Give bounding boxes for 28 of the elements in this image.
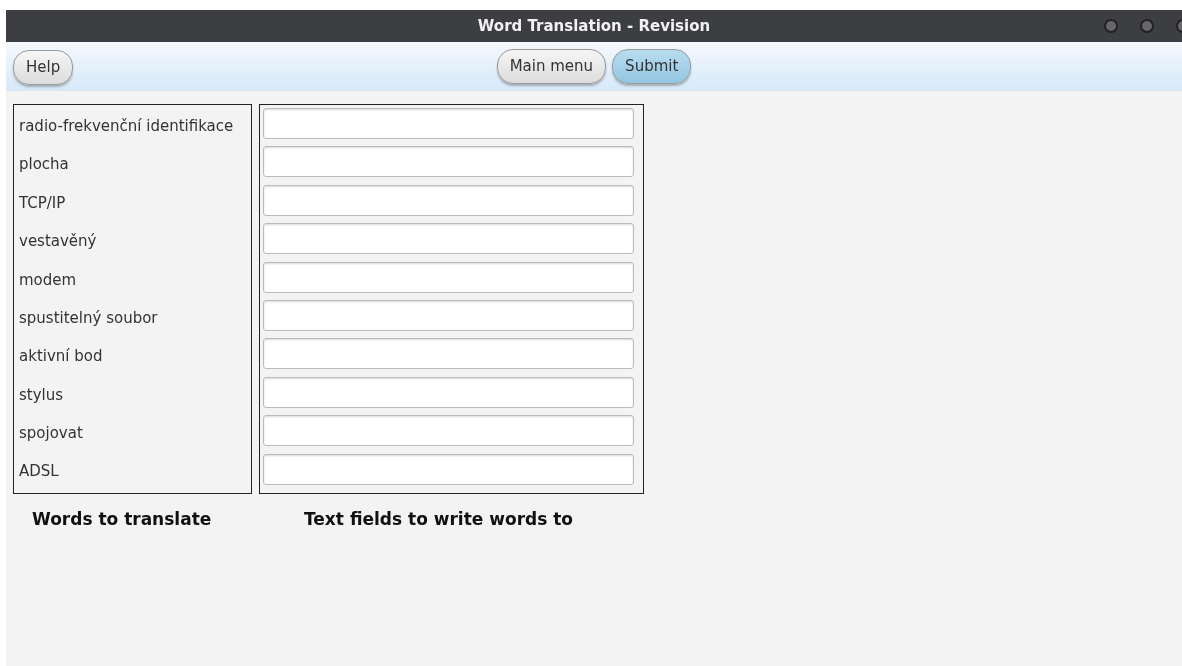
input-field[interactable]: [263, 415, 634, 447]
word-label: aktivní bod: [19, 346, 104, 368]
word-label: spojovat: [19, 423, 84, 445]
input-field[interactable]: [263, 223, 634, 255]
word-label: TCP/IP: [19, 192, 67, 214]
word-label: plocha: [19, 154, 70, 176]
input-field[interactable]: [263, 376, 634, 408]
window-control-icon[interactable]: [1104, 19, 1118, 33]
input-field[interactable]: [263, 184, 634, 216]
word-label: stylus: [19, 384, 65, 406]
caption: Words to translate: [31, 507, 213, 531]
word-label: ADSL: [19, 461, 60, 483]
window-title: Word Translation - Revision: [477, 15, 711, 37]
window-control-icon[interactable]: [1140, 19, 1154, 33]
toolbar-button[interactable]: Submit: [612, 49, 692, 84]
input-field[interactable]: [263, 453, 634, 485]
word-label: vestavěný: [19, 231, 98, 253]
word-label: modem: [19, 269, 78, 291]
input-field[interactable]: [263, 299, 634, 331]
word-label: radio-frekvenční identifikace: [19, 115, 235, 137]
word-label: spustitelný soubor: [19, 307, 159, 329]
input-field[interactable]: [263, 146, 634, 178]
toolbar-button[interactable]: Help: [13, 50, 74, 85]
toolbar-button[interactable]: Main menu: [496, 49, 607, 84]
caption: Text fields to write words to: [303, 507, 574, 531]
input-field[interactable]: [263, 338, 634, 370]
input-field[interactable]: [263, 108, 634, 139]
input-field[interactable]: [263, 261, 634, 293]
